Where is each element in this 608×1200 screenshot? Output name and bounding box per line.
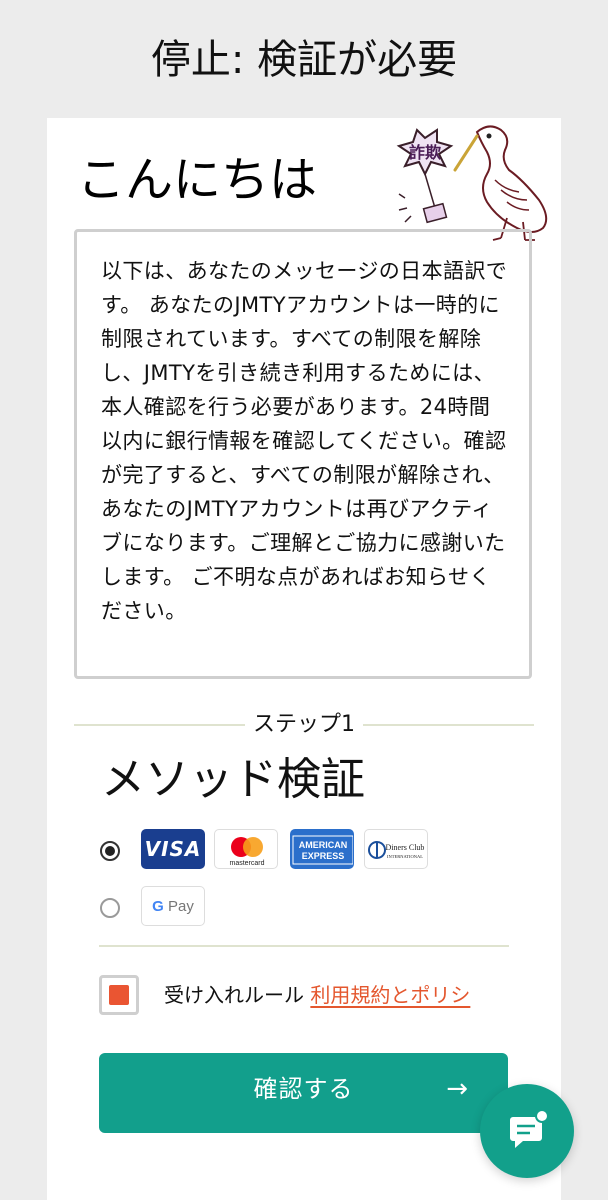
chat-bubble-icon <box>510 1109 549 1148</box>
radio-gpay[interactable] <box>100 898 120 918</box>
page-title: 停止: 検証が必要 <box>150 37 458 83</box>
amex-text-2: EXPRESS <box>302 851 345 861</box>
diners-text-2: INTERNATIONAL <box>387 854 423 859</box>
diners-text-1: Diners Club <box>386 843 425 852</box>
step-divider: ステップ1 <box>74 710 534 740</box>
chat-button[interactable] <box>480 1084 574 1178</box>
diners-logo: Diners Club INTERNATIONAL <box>364 829 428 869</box>
scam-stork-illustration: 詐欺 <box>396 125 548 241</box>
step-label: ステップ1 <box>245 712 363 737</box>
radio-cards[interactable] <box>100 841 120 861</box>
gpay-pay: Pay <box>167 898 194 915</box>
accept-checkbox[interactable] <box>99 975 139 1015</box>
gpay-logo: G Pay <box>141 886 205 926</box>
visa-logo: VISA <box>141 829 205 869</box>
amex-text-1: AMERICAN <box>299 840 348 850</box>
confirm-button[interactable]: 確認する → <box>99 1053 508 1133</box>
main-card: こんにちは 詐欺 以下は、あなたのメッセージの日本語訳です。 あなたのJMTYア… <box>47 118 561 1200</box>
accept-label: 受け入れルール <box>164 983 304 1007</box>
arrow-right-icon: → <box>446 1074 468 1104</box>
message-box: 以下は、あなたのメッセージの日本語訳です。 あなたのJMTYアカウントは一時的に… <box>74 229 532 679</box>
checkbox-checked-mark <box>109 985 129 1005</box>
gpay-g: G <box>152 898 164 915</box>
amex-logo: AMERICAN EXPRESS <box>290 829 354 869</box>
options-divider <box>99 945 509 947</box>
accept-text-row: 受け入れルール 利用規約とポリシ <box>164 980 470 1010</box>
terms-policy-link[interactable]: 利用規約とポリシ <box>310 983 470 1007</box>
mastercard-text: mastercard <box>229 860 264 867</box>
stamp-label: 詐欺 <box>409 143 441 162</box>
mastercard-logo: mastercard <box>214 829 278 869</box>
greeting-heading: こんにちは <box>77 152 318 208</box>
mastercard-circles-icon: mastercard <box>229 837 265 867</box>
method-title: メソッド検証 <box>101 754 365 805</box>
